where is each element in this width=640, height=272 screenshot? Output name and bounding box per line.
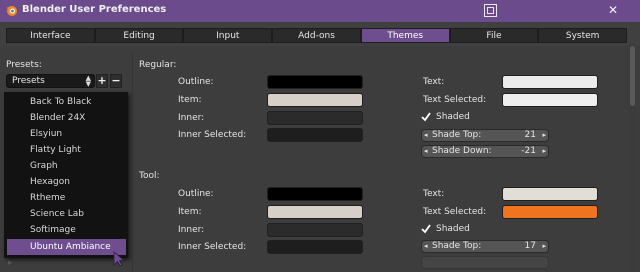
tool-inner-selected-label: Inner Selected:	[178, 242, 247, 252]
regular-item-label: Item:	[178, 95, 202, 105]
scrollbar-thumb[interactable]	[630, 46, 635, 106]
presets-select-value: Presets	[12, 76, 45, 86]
select-arrows-icon: ▲ ▼	[85, 74, 91, 88]
mouse-cursor-icon	[113, 251, 126, 267]
tool-shade-top-field[interactable]: ◂ Shade Top: 17 ▸	[421, 240, 549, 253]
regular-text-selected-label: Text Selected:	[423, 95, 487, 105]
remove-preset-button[interactable]: −	[110, 74, 122, 88]
vertical-scrollbar[interactable]	[629, 44, 636, 272]
tool-text-selected-label: Text Selected:	[423, 207, 487, 217]
preset-item[interactable]: Rtheme	[4, 190, 128, 206]
regular-shade-down-label: Shade Down:	[432, 146, 492, 156]
preset-item[interactable]: Blender 24X	[4, 110, 128, 126]
presets-heading: Presets:	[6, 60, 42, 70]
regular-shade-top-label: Shade Top:	[432, 130, 482, 140]
tool-shade-down-field[interactable]	[421, 256, 549, 269]
tab-themes[interactable]: Themes	[360, 28, 450, 43]
tool-text-selected-swatch[interactable]	[502, 205, 598, 219]
regular-shaded-checkbox[interactable]	[421, 112, 431, 122]
regular-shade-top-field[interactable]: ◂ Shade Top: 21 ▸	[421, 129, 549, 142]
tab-file[interactable]: File	[449, 28, 539, 43]
regular-inner-swatch[interactable]	[267, 111, 363, 125]
tool-text-label: Text:	[423, 189, 445, 199]
close-icon[interactable]: ✕	[608, 3, 618, 17]
presets-select[interactable]: Presets ▲ ▼	[6, 74, 95, 88]
tool-shaded-checkbox[interactable]	[421, 224, 431, 234]
regular-text-selected-swatch[interactable]	[502, 93, 598, 107]
hidden-sidebar-item: ▸	[8, 258, 13, 268]
preset-item[interactable]: Elsyiun	[4, 126, 128, 142]
decrement-arrow-icon[interactable]: ◂	[424, 146, 428, 157]
tool-heading: Tool:	[139, 171, 160, 181]
regular-item-swatch[interactable]	[267, 93, 363, 107]
regular-outline-label: Outline:	[178, 77, 214, 87]
regular-heading: Regular:	[139, 60, 177, 70]
increment-arrow-icon[interactable]: ▸	[542, 130, 546, 141]
regular-inner-selected-swatch[interactable]	[267, 128, 363, 142]
blender-logo-icon	[6, 6, 17, 16]
tool-inner-label: Inner:	[178, 225, 205, 235]
preset-item[interactable]: Graph	[4, 158, 128, 174]
regular-inner-label: Inner:	[178, 113, 205, 123]
regular-inner-selected-label: Inner Selected:	[178, 130, 247, 140]
tab-addons[interactable]: Add-ons	[272, 28, 361, 43]
preset-item[interactable]: Flatty Light	[4, 142, 128, 158]
preset-item[interactable]: Softimage	[4, 222, 128, 238]
tool-outline-swatch[interactable]	[267, 187, 363, 201]
regular-shade-down-field[interactable]: ◂ Shade Down: -21 ▸	[421, 145, 549, 158]
tabs: Interface Editing Input Add-ons Themes F…	[6, 28, 628, 43]
increment-arrow-icon[interactable]: ▸	[542, 241, 546, 252]
tool-inner-selected-swatch[interactable]	[267, 240, 363, 254]
window-title: Blender User Preferences	[22, 4, 167, 15]
regular-text-swatch[interactable]	[502, 75, 598, 89]
tool-text-swatch[interactable]	[502, 187, 598, 201]
restore-window-icon[interactable]	[484, 4, 497, 17]
presets-dropdown-menu: Back To Black Blender 24X Elsyiun Flatty…	[4, 92, 128, 258]
tool-shade-top-label: Shade Top:	[432, 241, 482, 251]
tool-item-label: Item:	[178, 207, 202, 217]
preset-item[interactable]: Back To Black	[4, 94, 128, 110]
tool-shaded-label: Shaded	[436, 224, 470, 234]
preset-item-selected[interactable]: Ubuntu Ambiance	[7, 239, 126, 255]
tool-outline-label: Outline:	[178, 189, 214, 199]
tab-interface[interactable]: Interface	[6, 28, 95, 43]
add-preset-button[interactable]: +	[96, 74, 108, 88]
tab-system[interactable]: System	[538, 28, 628, 43]
regular-text-label: Text:	[423, 77, 445, 87]
decrement-arrow-icon[interactable]: ◂	[424, 130, 428, 141]
regular-shade-down-value: -21	[521, 146, 536, 156]
preset-item[interactable]: Science Lab	[4, 206, 128, 222]
regular-outline-swatch[interactable]	[267, 75, 363, 89]
increment-arrow-icon[interactable]: ▸	[542, 146, 546, 157]
regular-shaded-label: Shaded	[436, 112, 470, 122]
regular-shade-top-value: 21	[524, 130, 536, 140]
decrement-arrow-icon[interactable]: ◂	[424, 241, 428, 252]
tool-inner-swatch[interactable]	[267, 223, 363, 237]
tab-editing[interactable]: Editing	[94, 28, 184, 43]
panel-divider	[132, 52, 133, 272]
title-bar: Blender User Preferences ✕	[0, 0, 640, 22]
tab-input[interactable]: Input	[183, 28, 273, 43]
preset-item[interactable]: Hexagon	[4, 174, 128, 190]
tool-item-swatch[interactable]	[267, 205, 363, 219]
tool-shade-top-value: 17	[524, 241, 536, 251]
